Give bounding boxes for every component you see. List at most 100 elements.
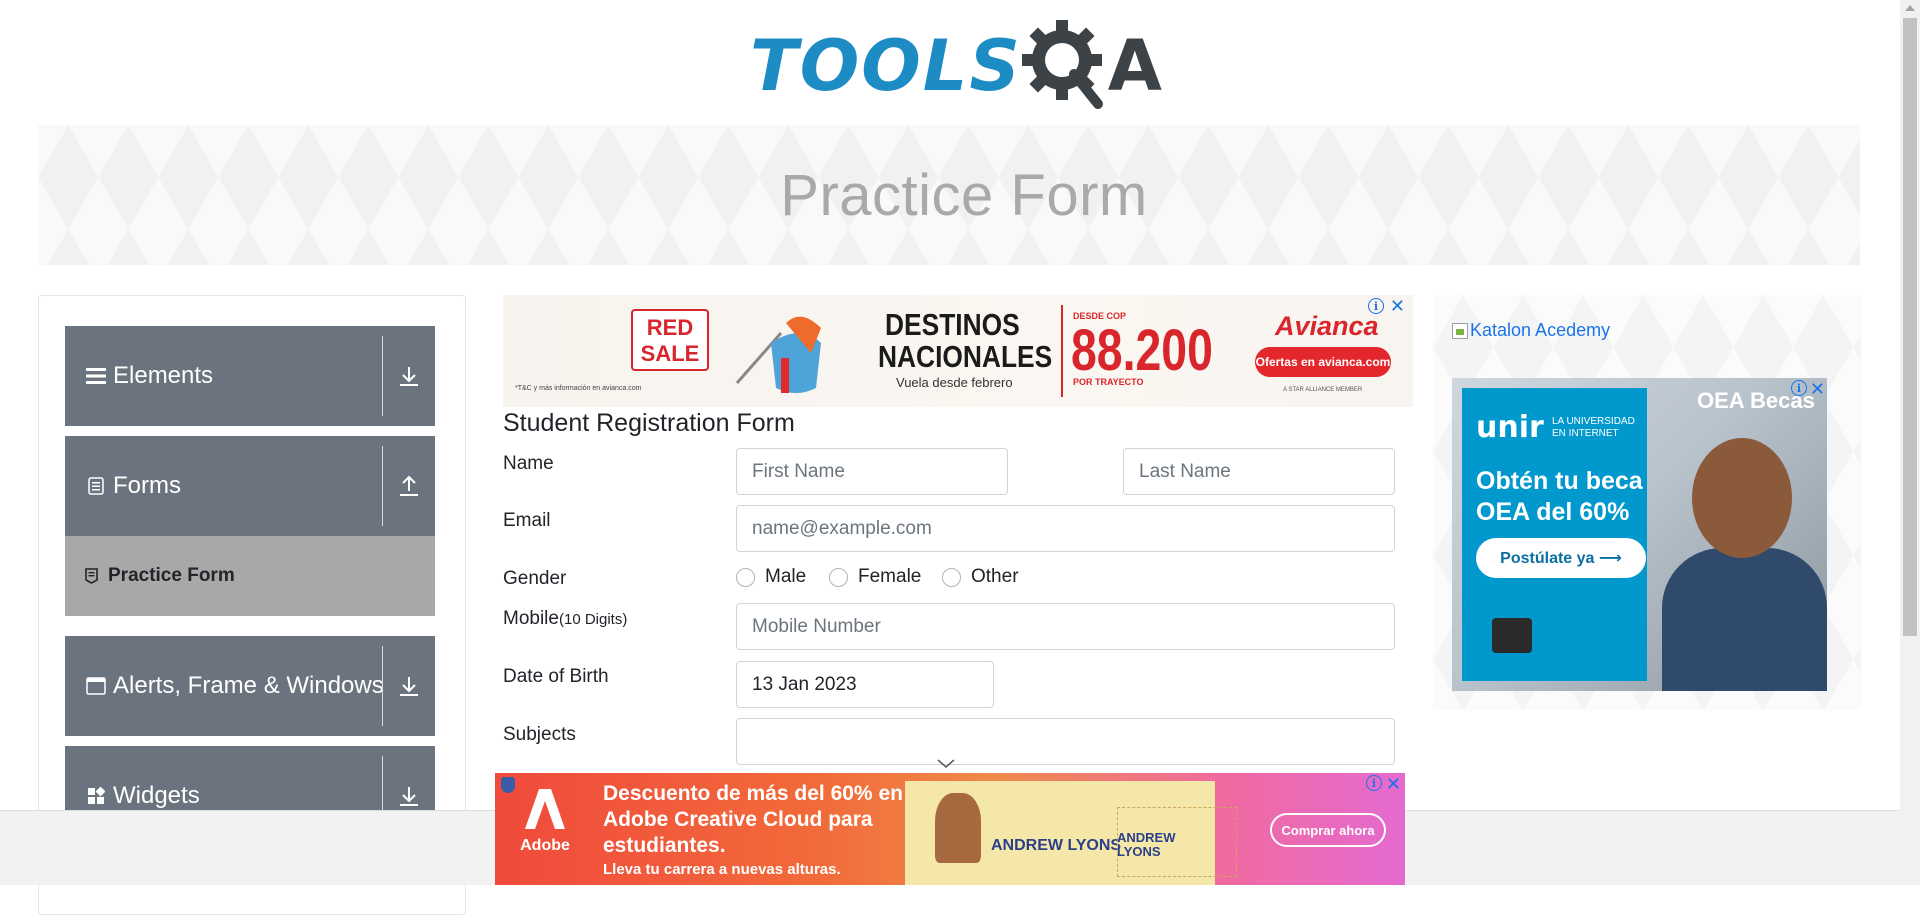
mobile-placeholder: Mobile Number — [752, 615, 881, 637]
adobe-cta-button[interactable]: Comprar ahora — [1270, 813, 1386, 847]
radio-label: Other — [971, 566, 1019, 587]
adobe-headline: Descuento de más del 60% en Adobe Creati… — [603, 782, 903, 857]
dob-value: 13 Jan 2023 — [752, 673, 857, 695]
ad-headline: DESTINOS NACIONALES — [878, 307, 1053, 374]
adobe-ad-artwork: ANDREW LYONS ANDREW LYONS — [905, 781, 1237, 885]
download-arrow-icon[interactable] — [393, 326, 425, 426]
download-arrow-icon[interactable] — [393, 636, 425, 736]
sidebar-item-practice-form[interactable]: Practice Form — [65, 536, 435, 616]
katalon-academy-link[interactable]: Katalon Acedemy — [1452, 320, 1610, 341]
gender-radio-male[interactable]: Male — [736, 566, 806, 588]
last-name-placeholder: Last Name — [1139, 460, 1231, 482]
scroll-up-arrow-icon[interactable] — [1905, 5, 1915, 11]
red-sale-badge: RED SALE — [631, 309, 709, 371]
unir-tagline: LA UNIVERSIDAD EN INTERNET — [1552, 416, 1635, 439]
adobe-subline: Lleva tu carrera a nuevas alturas. — [603, 861, 841, 878]
vertical-scrollbar[interactable] — [1900, 0, 1920, 885]
adobe-ad-banner[interactable]: Adobe Descuento de más del 60% en Adobe … — [495, 773, 1405, 885]
page-title: Practice Form — [780, 162, 1148, 228]
menu-icon — [85, 367, 107, 385]
logo-a-text: A — [1107, 25, 1162, 107]
subjects-input[interactable] — [736, 718, 1395, 765]
ad-controls: i ✕ — [1790, 380, 1825, 398]
unir-ad[interactable]: unir LA UNIVERSIDAD EN INTERNET Obtén tu… — [1452, 378, 1827, 691]
ad-subline: Vuela desde febrero — [896, 375, 1013, 390]
sidebar-group-label: Alerts, Frame & Windows — [113, 672, 384, 699]
price-suffix: POR TRAYECTO — [1073, 377, 1144, 387]
adobe-logo: Adobe — [513, 787, 577, 871]
beach-toys-icon — [735, 316, 821, 393]
document-icon — [85, 477, 107, 495]
portfolio-name: ANDREW LYONS — [991, 837, 1122, 854]
email-label: Email — [503, 510, 551, 531]
sidebar-group-label: Widgets — [113, 782, 200, 809]
sidebar-group-label: Forms — [113, 472, 181, 499]
divider — [382, 646, 383, 726]
ad-info-icon[interactable]: i — [1790, 380, 1807, 396]
radio-label: Male — [765, 566, 807, 587]
ad-close-icon[interactable]: ✕ — [1390, 297, 1405, 315]
email-placeholder: name@example.com — [752, 517, 932, 539]
avianca-logo: Avianca — [1275, 311, 1379, 341]
first-name-placeholder: First Name — [752, 460, 845, 482]
radio-circle[interactable] — [736, 567, 755, 587]
radio-circle[interactable] — [829, 567, 848, 587]
divider — [1061, 305, 1063, 397]
mobile-hint: (10 Digits) — [558, 611, 628, 628]
ad-fineprint: *T&C y más información en avianca.com — [515, 385, 642, 392]
ad-cta-button[interactable]: Ofertas en avianca.com — [1255, 347, 1391, 377]
broken-image-icon — [1452, 322, 1468, 339]
name-label: Name — [503, 453, 554, 474]
date-of-birth-input[interactable]: 13 Jan 2023 — [736, 661, 994, 708]
gender-radio-female[interactable]: Female — [829, 566, 921, 588]
logo-gear-icon: A — [1021, 20, 1162, 112]
logo-tools-text: TOOLS — [750, 25, 1022, 107]
ad-close-icon[interactable]: ✕ — [1386, 775, 1401, 793]
divider — [382, 446, 383, 526]
ad-person-photo — [1652, 418, 1827, 691]
person-body — [1662, 548, 1827, 691]
chevron-down-icon — [937, 756, 955, 774]
avianca-ad-banner[interactable]: i ✕ RED SALE DESTINOS NACIONALES Vuela d… — [503, 295, 1413, 407]
sidebar-group-forms[interactable]: Forms — [65, 436, 435, 536]
sidebar-group-elements[interactable]: Elements — [65, 326, 435, 426]
radio-label: Female — [858, 566, 922, 587]
ad-controls: i ✕ — [1365, 775, 1401, 793]
subjects-label: Subjects — [503, 724, 576, 745]
mobile-label-text: Mobile — [503, 608, 559, 629]
sidebar-group-alerts[interactable]: Alerts, Frame & Windows — [65, 636, 435, 736]
sidebar-item-label: Practice Form — [108, 565, 235, 586]
unir-blue-panel: unir LA UNIVERSIDAD EN INTERNET Obtén tu… — [1462, 388, 1647, 681]
form-title: Student Registration Form — [503, 409, 795, 437]
toolsqa-logo[interactable]: TOOLS A — [750, 18, 1162, 114]
ad-info-icon[interactable]: i — [1365, 775, 1382, 791]
widgets-icon — [85, 787, 107, 805]
ad-close-icon[interactable]: ✕ — [1810, 380, 1825, 398]
dob-label: Date of Birth — [503, 666, 609, 687]
mug-image — [1492, 618, 1532, 653]
mobile-label: Mobile(10 Digits) — [503, 608, 627, 630]
page-banner: Practice Form — [38, 125, 1860, 265]
person-head — [1692, 438, 1792, 558]
radio-circle[interactable] — [942, 567, 961, 587]
last-name-input[interactable]: Last Name — [1123, 448, 1395, 495]
portfolio-name-small: ANDREW LYONS — [1117, 830, 1176, 859]
right-ad-panel: Katalon Acedemy unir LA UNIVERSIDAD EN I… — [1433, 295, 1861, 710]
unir-headline: Obtén tu beca OEA del 60% — [1476, 467, 1643, 526]
sidebar-group-label: Elements — [113, 362, 214, 389]
divider — [382, 336, 383, 416]
mobile-input[interactable]: Mobile Number — [736, 603, 1395, 650]
file-icon — [85, 568, 98, 584]
upload-arrow-icon[interactable] — [393, 436, 425, 536]
katalon-alt-text: Katalon Acedemy — [1470, 320, 1611, 340]
email-input[interactable]: name@example.com — [736, 505, 1395, 552]
person-photo — [935, 793, 981, 863]
ad-price: 88.200 — [1071, 318, 1213, 383]
scrollbar-thumb[interactable] — [1903, 18, 1917, 636]
first-name-input[interactable]: First Name — [736, 448, 1008, 495]
site-header: TOOLS A — [0, 0, 1900, 122]
gender-radio-other[interactable]: Other — [942, 566, 1019, 588]
gender-label: Gender — [503, 568, 567, 589]
unir-cta-button[interactable]: Postúlate ya ⟶ — [1476, 538, 1646, 578]
star-alliance-text: A STAR ALLIANCE MEMBER — [1283, 387, 1363, 393]
